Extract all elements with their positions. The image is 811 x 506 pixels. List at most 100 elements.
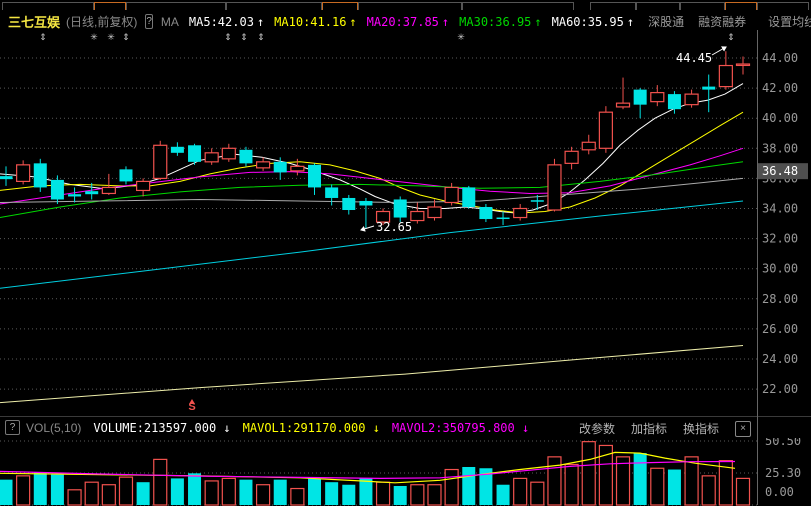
- candle[interactable]: [119, 166, 132, 184]
- star-marker-icon[interactable]: ✳: [107, 32, 115, 42]
- volume-bar[interactable]: [17, 476, 30, 505]
- volume-bar[interactable]: [359, 478, 372, 505]
- candle[interactable]: [257, 157, 270, 171]
- vol-button[interactable]: 改参数: [579, 420, 615, 437]
- volume-bar[interactable]: [0, 480, 13, 505]
- candle[interactable]: [222, 144, 235, 162]
- volume-bar[interactable]: [274, 480, 287, 505]
- candle[interactable]: [359, 198, 372, 229]
- tab-segment[interactable]: [94, 2, 126, 10]
- volume-bar[interactable]: [68, 490, 81, 505]
- volume-bar[interactable]: [137, 482, 150, 505]
- volume-bar[interactable]: [702, 476, 715, 505]
- tab-segment[interactable]: [462, 2, 574, 10]
- updown-marker-icon[interactable]: ⇕: [257, 32, 265, 42]
- updown-marker-icon[interactable]: ⇕: [39, 32, 47, 42]
- volume-bar[interactable]: [188, 473, 201, 505]
- candle[interactable]: [497, 212, 510, 226]
- star-marker-icon[interactable]: ✳: [90, 32, 98, 42]
- volume-bar[interactable]: [548, 457, 561, 505]
- volume-bar[interactable]: [171, 478, 184, 505]
- volume-bar[interactable]: [377, 482, 390, 505]
- volume-bar[interactable]: [411, 485, 424, 505]
- volume-bar[interactable]: [85, 482, 98, 505]
- candle[interactable]: [205, 148, 218, 165]
- candle[interactable]: [514, 204, 527, 221]
- volume-bar[interactable]: [737, 478, 750, 505]
- candle[interactable]: [51, 175, 64, 204]
- tab-segment[interactable]: [636, 2, 680, 10]
- volume-bar[interactable]: [342, 485, 355, 505]
- volume-bar[interactable]: [668, 470, 681, 505]
- volume-bar[interactable]: [325, 482, 338, 505]
- volume-chart[interactable]: 50.5025.300.00: [0, 438, 811, 506]
- volume-bar[interactable]: [428, 485, 441, 505]
- candle[interactable]: [291, 159, 304, 176]
- candle[interactable]: [565, 147, 578, 170]
- tab-segment[interactable]: [322, 2, 358, 10]
- candle[interactable]: [171, 142, 184, 156]
- candle[interactable]: [188, 144, 201, 165]
- volume-bar[interactable]: [291, 489, 304, 505]
- candle[interactable]: [411, 202, 424, 223]
- volume-bar[interactable]: [257, 485, 270, 505]
- help-icon[interactable]: ?: [5, 420, 20, 435]
- candle[interactable]: [634, 88, 647, 118]
- vol-button[interactable]: 换指标: [683, 420, 719, 437]
- volume-bar[interactable]: [222, 478, 235, 505]
- volume-bar[interactable]: [154, 459, 167, 505]
- candle[interactable]: [582, 135, 595, 155]
- volume-bar[interactable]: [685, 457, 698, 505]
- volume-bar[interactable]: [308, 478, 321, 505]
- volume-bar[interactable]: [531, 482, 544, 505]
- candle[interactable]: [68, 187, 81, 202]
- price-chart[interactable]: 44.0042.0040.0038.0036.0034.0032.0030.00…: [0, 30, 811, 416]
- volume-bar[interactable]: [239, 480, 252, 505]
- volume-bar[interactable]: [445, 470, 458, 505]
- candle[interactable]: [239, 147, 252, 167]
- candle[interactable]: [102, 174, 115, 195]
- candle[interactable]: [17, 160, 30, 184]
- tab-segment[interactable]: [126, 2, 226, 10]
- candle[interactable]: [462, 186, 475, 209]
- market-link[interactable]: 融资融券: [698, 15, 746, 29]
- candle[interactable]: [685, 90, 698, 108]
- volume-bar[interactable]: [651, 468, 664, 505]
- tab-segment[interactable]: [757, 2, 809, 10]
- tab-segment[interactable]: [358, 2, 462, 10]
- updown-marker-icon[interactable]: ⇕: [240, 32, 248, 42]
- candle[interactable]: [308, 163, 321, 195]
- candle[interactable]: [548, 159, 561, 212]
- candle[interactable]: [737, 56, 750, 74]
- candle[interactable]: [342, 195, 355, 215]
- set-ma-button[interactable]: 设置均线▾: [768, 13, 811, 30]
- volume-bar[interactable]: [497, 485, 510, 505]
- candle[interactable]: [479, 204, 492, 222]
- updown-marker-icon[interactable]: ⇕: [224, 32, 232, 42]
- candle[interactable]: [599, 106, 612, 153]
- vol-button[interactable]: 加指标: [631, 420, 667, 437]
- tab-segment[interactable]: [725, 2, 757, 10]
- tab-segment[interactable]: [590, 2, 636, 10]
- candle[interactable]: [34, 159, 47, 192]
- volume-bar[interactable]: [51, 475, 64, 505]
- market-link[interactable]: 深股通: [648, 15, 684, 29]
- candle[interactable]: [0, 166, 13, 186]
- volume-bar[interactable]: [394, 486, 407, 505]
- candle[interactable]: [445, 183, 458, 206]
- volume-bar[interactable]: [205, 481, 218, 505]
- help-icon[interactable]: ?: [145, 14, 153, 29]
- tab-segment[interactable]: [226, 2, 322, 10]
- volume-bar[interactable]: [102, 485, 115, 505]
- candle[interactable]: [428, 199, 441, 220]
- candle[interactable]: [394, 196, 407, 222]
- close-icon[interactable]: ×: [735, 421, 751, 437]
- volume-bar[interactable]: [34, 472, 47, 505]
- volume-bar[interactable]: [514, 478, 527, 505]
- candle[interactable]: [617, 78, 630, 110]
- candle[interactable]: [702, 75, 715, 113]
- candle[interactable]: [719, 51, 732, 89]
- updown-marker-icon[interactable]: ⇕: [727, 32, 735, 42]
- volume-bar[interactable]: [565, 464, 578, 505]
- event-marker-s[interactable]: S: [188, 401, 195, 413]
